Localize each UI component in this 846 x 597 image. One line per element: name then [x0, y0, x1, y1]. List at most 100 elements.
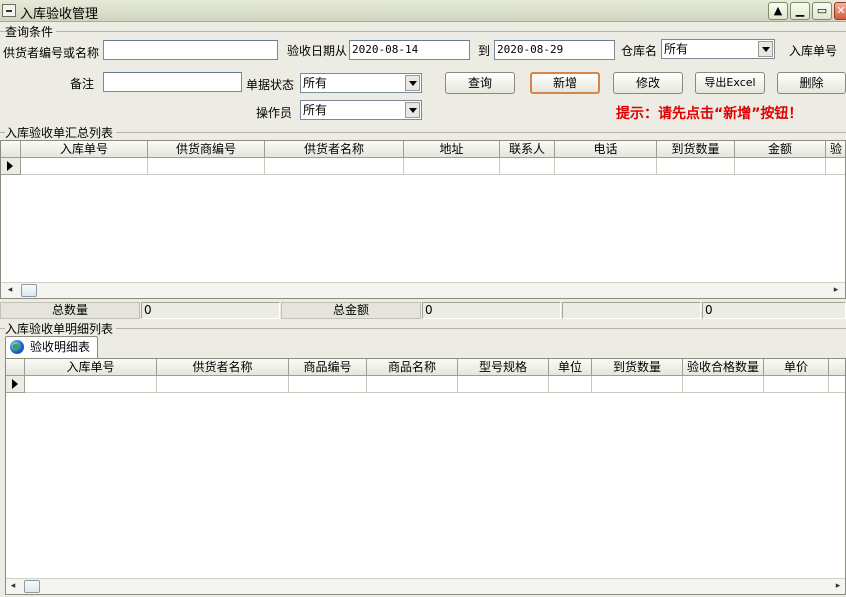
summary-group-border: [0, 132, 846, 133]
table-cell[interactable]: [265, 158, 404, 175]
column-header[interactable]: 到货数量: [657, 141, 735, 158]
maximize-button[interactable]: ▭: [812, 2, 832, 20]
tab-acceptance-detail[interactable]: 验收明细表: [5, 336, 98, 358]
table-cell[interactable]: [25, 376, 157, 393]
detail-group-border: [0, 328, 846, 329]
table-cell[interactable]: [404, 158, 500, 175]
edit-button[interactable]: 修改: [613, 72, 683, 94]
table-cell[interactable]: [148, 158, 265, 175]
scroll-left-icon[interactable]: ◂: [6, 579, 20, 594]
operator-select-value: 所有: [303, 103, 328, 117]
column-header[interactable]: 联系人: [500, 141, 555, 158]
table-cell[interactable]: [458, 376, 549, 393]
total-qty-label: 总数量: [0, 302, 140, 319]
table-cell[interactable]: [735, 158, 826, 175]
total-amount-label: 总金额: [281, 302, 421, 319]
table-cell[interactable]: [764, 376, 829, 393]
summary-hscrollbar[interactable]: ◂ ▸: [1, 282, 845, 298]
column-header[interactable]: 电话: [555, 141, 657, 158]
tab-label: 验收明细表: [30, 340, 91, 354]
date-from-input[interactable]: 2020-08-14: [349, 40, 470, 60]
detail-hscrollbar[interactable]: ◂ ▸: [6, 578, 845, 594]
status-select-value: 所有: [303, 76, 328, 90]
scroll-right-icon[interactable]: ▸: [831, 579, 845, 594]
table-cell[interactable]: [367, 376, 458, 393]
delete-button[interactable]: 删除: [777, 72, 846, 94]
total-amount-value: 0: [422, 302, 561, 319]
column-header[interactable]: 供货商编号: [148, 141, 265, 158]
title-bar: [0, 0, 846, 22]
row-pointer-icon: [1, 158, 21, 175]
table-cell[interactable]: [555, 158, 657, 175]
query-group-border: [0, 31, 846, 32]
minimize-button[interactable]: ▁: [790, 2, 810, 20]
status-select[interactable]: 所有: [300, 73, 422, 93]
supplier-label: 供货者编号或名称: [3, 46, 100, 60]
total-blank-field: [562, 302, 701, 319]
detail-group-label: 入库验收单明细列表: [5, 320, 117, 337]
chevron-down-icon[interactable]: [405, 75, 420, 91]
export-excel-button[interactable]: 导出Excel: [695, 72, 765, 94]
grid-corner: [6, 359, 25, 376]
column-header[interactable]: 商品编号: [289, 359, 367, 376]
table-cell[interactable]: [500, 158, 555, 175]
column-header[interactable]: 验: [826, 141, 845, 158]
column-header[interactable]: 到货数量: [592, 359, 683, 376]
scroll-right-icon[interactable]: ▸: [829, 283, 843, 298]
column-header[interactable]: 商品名称: [367, 359, 458, 376]
column-header-blank: [829, 359, 845, 376]
operator-label: 操作员: [256, 106, 293, 120]
table-cell[interactable]: [829, 376, 845, 393]
table-cell[interactable]: [683, 376, 764, 393]
total-qty-value: 0: [141, 302, 280, 319]
total-extra-value: 0: [702, 302, 846, 319]
scroll-thumb[interactable]: [21, 284, 37, 297]
inbound-no-label: 入库单号: [789, 44, 838, 58]
table-cell[interactable]: [826, 158, 845, 175]
chevron-down-icon[interactable]: [758, 41, 773, 57]
date-to-label: 到: [478, 44, 491, 58]
window-menu-icon[interactable]: [2, 4, 16, 17]
scroll-left-icon[interactable]: ◂: [3, 283, 17, 298]
hint-text: 提示：请先点击“新增”按钮！: [616, 106, 803, 122]
query-group-label: 查询条件: [5, 23, 57, 40]
table-cell[interactable]: [157, 376, 289, 393]
column-header[interactable]: 入库单号: [25, 359, 157, 376]
table-cell[interactable]: [289, 376, 367, 393]
query-button[interactable]: 查询: [445, 72, 515, 94]
column-header[interactable]: 单位: [549, 359, 592, 376]
warehouse-label: 仓库名: [621, 44, 658, 58]
scroll-thumb[interactable]: [24, 580, 40, 593]
table-cell[interactable]: [657, 158, 735, 175]
status-label: 单据状态: [246, 78, 295, 92]
add-button[interactable]: 新增: [530, 72, 600, 94]
scroll-up-button[interactable]: ▲: [768, 2, 788, 20]
table-cell[interactable]: [549, 376, 592, 393]
window-title: 入库验收管理: [20, 7, 99, 22]
column-header[interactable]: 验收合格数量: [683, 359, 764, 376]
note-input[interactable]: [103, 72, 242, 92]
date-from-label: 验收日期从: [287, 44, 348, 58]
column-header[interactable]: 供货者名称: [157, 359, 289, 376]
close-button[interactable]: ✕: [834, 2, 846, 20]
summary-group-label: 入库验收单汇总列表: [5, 124, 117, 141]
warehouse-select[interactable]: 所有: [661, 39, 775, 59]
note-label: 备注: [70, 77, 95, 91]
summary-grid[interactable]: 入库单号 供货商编号 供货者名称 地址 联系人 电话 到货数量 金额 验 ◂ ▸: [0, 140, 846, 299]
date-to-input[interactable]: 2020-08-29: [494, 40, 615, 60]
row-pointer-icon: [6, 376, 25, 393]
column-header[interactable]: 型号规格: [458, 359, 549, 376]
table-cell[interactable]: [21, 158, 148, 175]
chevron-down-icon[interactable]: [405, 102, 420, 118]
globe-icon: [10, 340, 24, 354]
table-cell[interactable]: [592, 376, 683, 393]
column-header[interactable]: 单价: [764, 359, 829, 376]
column-header[interactable]: 供货者名称: [265, 141, 404, 158]
column-header[interactable]: 金额: [735, 141, 826, 158]
operator-select[interactable]: 所有: [300, 100, 422, 120]
supplier-input[interactable]: [103, 40, 278, 60]
column-header[interactable]: 入库单号: [21, 141, 148, 158]
column-header[interactable]: 地址: [404, 141, 500, 158]
warehouse-select-value: 所有: [664, 42, 689, 56]
detail-grid[interactable]: 入库单号 供货者名称 商品编号 商品名称 型号规格 单位 到货数量 验收合格数量…: [5, 358, 846, 595]
